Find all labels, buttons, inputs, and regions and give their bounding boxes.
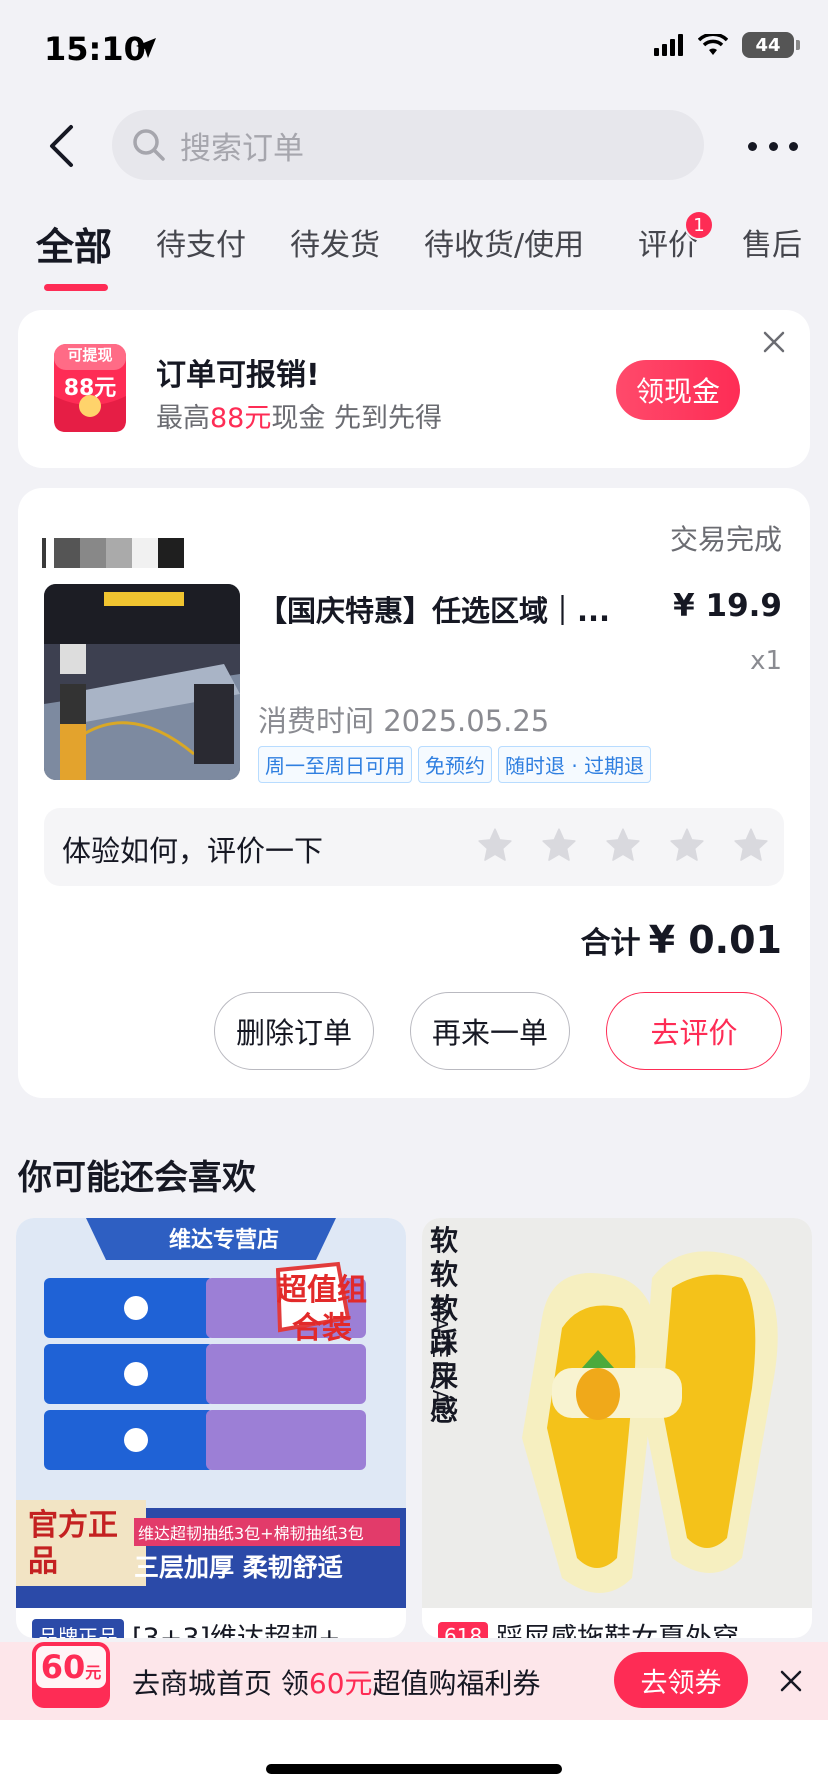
star-rating <box>476 826 770 864</box>
order-total: 合计 ¥ 0.01 <box>581 918 782 962</box>
tissue-bundle-strip: 维达超韧抽纸3包+棉韧抽纸3包 <box>134 1518 400 1546</box>
tag-available-days: 周一至周日可用 <box>258 746 412 783</box>
reorder-button[interactable]: 再来一单 <box>410 992 570 1070</box>
claim-coupon-button[interactable]: 去领券 <box>614 1652 748 1708</box>
promo-sub-prefix: 最高 <box>156 403 210 434</box>
slipper-vertical-text: MATERLAL <box>428 1298 452 1419</box>
coupon-icon-amount: 60元 <box>36 1648 106 1686</box>
coupon-text-suffix: 超值购福利券 <box>372 1667 541 1700</box>
close-icon[interactable] <box>776 1666 806 1696</box>
shop-name-redacted[interactable] <box>42 538 230 572</box>
active-tab-indicator <box>44 284 108 291</box>
consume-time: 消费时间 2025.05.25 <box>258 704 550 738</box>
location-arrow-icon <box>136 38 156 58</box>
cellular-signal-icon <box>654 34 683 56</box>
promo-sub-amount: 88元 <box>210 403 272 434</box>
tag-no-reservation: 免预约 <box>418 746 492 783</box>
tab-all[interactable]: 全部 <box>36 216 112 271</box>
coupon-icon-number: 60 <box>40 1648 86 1686</box>
reimbursement-banner[interactable]: 可提现 88元 订单可报销! 最高88元现金 先到先得 领现金 <box>18 310 810 468</box>
review-count-badge: 1 <box>684 210 714 240</box>
recommendation-title: 你可能还会喜欢 <box>18 1158 256 1198</box>
claim-cash-button[interactable]: 领现金 <box>616 360 740 420</box>
dot-icon <box>748 141 757 151</box>
star-icon[interactable] <box>476 826 514 864</box>
star-icon[interactable] <box>540 826 578 864</box>
order-card[interactable]: 交易完成 【国庆特惠】任选区域｜... ¥ 19.9 x1 消费时间 2025.… <box>18 488 810 1098</box>
home-indicator[interactable] <box>266 1764 562 1774</box>
back-button[interactable] <box>34 118 90 174</box>
header: 搜索订单 <box>0 108 828 182</box>
promo-subtitle: 最高88元现金 先到先得 <box>156 396 442 435</box>
star-icon[interactable] <box>604 826 642 864</box>
dot-icon <box>789 141 798 151</box>
status-time: 15:10 <box>44 30 146 68</box>
total-amount: ¥ 0.01 <box>648 918 782 962</box>
more-options-button[interactable] <box>748 128 798 164</box>
cash-icon-amount: 88元 <box>63 376 117 401</box>
rating-bar: 体验如何，评价一下 <box>44 808 784 886</box>
write-review-button[interactable]: 去评价 <box>606 992 782 1070</box>
search-input[interactable]: 搜索订单 <box>112 110 704 180</box>
status-indicators: 44 <box>654 32 800 58</box>
promo-sub-suffix: 现金 先到先得 <box>271 403 442 434</box>
tab-pending-shipment[interactable]: 待发货 <box>290 220 380 264</box>
close-icon[interactable] <box>758 326 790 358</box>
status-bar: 15:10 44 <box>0 0 828 100</box>
cash-envelope-icon: 可提现 88元 <box>52 340 128 436</box>
battery-icon: 44 <box>742 32 800 58</box>
value-pack-label: 超值组合装 <box>277 1273 367 1346</box>
total-label: 合计 <box>580 926 641 961</box>
star-icon[interactable] <box>668 826 706 864</box>
slipper-caption: 618 踩屎感拖鞋女夏外穿 <box>438 1616 739 1638</box>
product-thumbnail[interactable] <box>44 584 240 780</box>
star-icon[interactable] <box>732 826 770 864</box>
coupon-icon: 60元 <box>30 1636 112 1718</box>
coupon-bar[interactable]: 60元 去商城首页 领60元超值购福利券 去领券 <box>0 1642 828 1720</box>
tissue-slogan: 三层加厚 柔韧舒适 <box>134 1553 343 1582</box>
coupon-text: 去商城首页 领60元超值购福利券 <box>132 1662 541 1702</box>
coupon-text-amount: 60元 <box>308 1667 373 1700</box>
promo-title: 订单可报销! <box>156 358 320 393</box>
tag-refund-policy: 随时退 · 过期退 <box>498 746 652 783</box>
order-status: 交易完成 <box>669 523 782 556</box>
slipper-title: 踩屎感拖鞋女夏外穿 <box>496 1616 739 1638</box>
coupon-icon-unit: 元 <box>85 1663 102 1682</box>
chevron-left-icon <box>50 125 73 167</box>
dot-icon <box>768 141 778 151</box>
order-tabs: 全部 待支付 待发货 待收货/使用 评价 1 售后 <box>0 210 828 291</box>
cash-icon-label: 可提现 <box>67 346 113 364</box>
tab-after-sales[interactable]: 售后 <box>742 220 802 264</box>
sale-618-badge: 618 <box>438 1621 489 1638</box>
delete-order-button[interactable]: 删除订单 <box>214 992 374 1070</box>
rating-prompt: 体验如何，评价一下 <box>62 834 324 868</box>
bottom-safe-area <box>0 1720 828 1792</box>
product-price: ¥ 19.9 <box>673 588 782 624</box>
product-tags: 周一至周日可用 免预约 随时退 · 过期退 <box>258 746 652 783</box>
wifi-icon <box>698 34 728 55</box>
recommended-product-slippers[interactable]: 软软软 踩屎感 MATERLAL 618 踩屎感拖鞋女夏外穿 <box>422 1218 812 1638</box>
tab-review[interactable]: 评价 1 <box>638 210 714 264</box>
search-placeholder: 搜索订单 <box>180 130 304 167</box>
tissue-caption: 品牌正品 [3+3]维达超韧+ <box>32 1616 341 1638</box>
tissue-title: [3+3]维达超韧+ <box>132 1616 341 1638</box>
coupon-text-prefix: 去商城首页 领 <box>132 1667 309 1700</box>
product-quantity: x1 <box>750 646 782 676</box>
tab-pending-payment[interactable]: 待支付 <box>156 220 246 264</box>
recommended-product-tissue[interactable]: 维达专营店 超值组合装 官方正品 维达超韧抽纸3包+棉韧抽纸3包 三层加厚 柔韧… <box>16 1218 406 1638</box>
store-name: 维达专营店 <box>168 1228 279 1253</box>
tab-pending-receipt[interactable]: 待收货/使用 <box>424 220 584 264</box>
official-genuine-label: 官方正品 <box>28 1508 118 1579</box>
product-title[interactable]: 【国庆特惠】任选区域｜... <box>258 588 648 630</box>
slipper-product-image <box>422 1218 812 1608</box>
search-icon <box>133 129 165 161</box>
